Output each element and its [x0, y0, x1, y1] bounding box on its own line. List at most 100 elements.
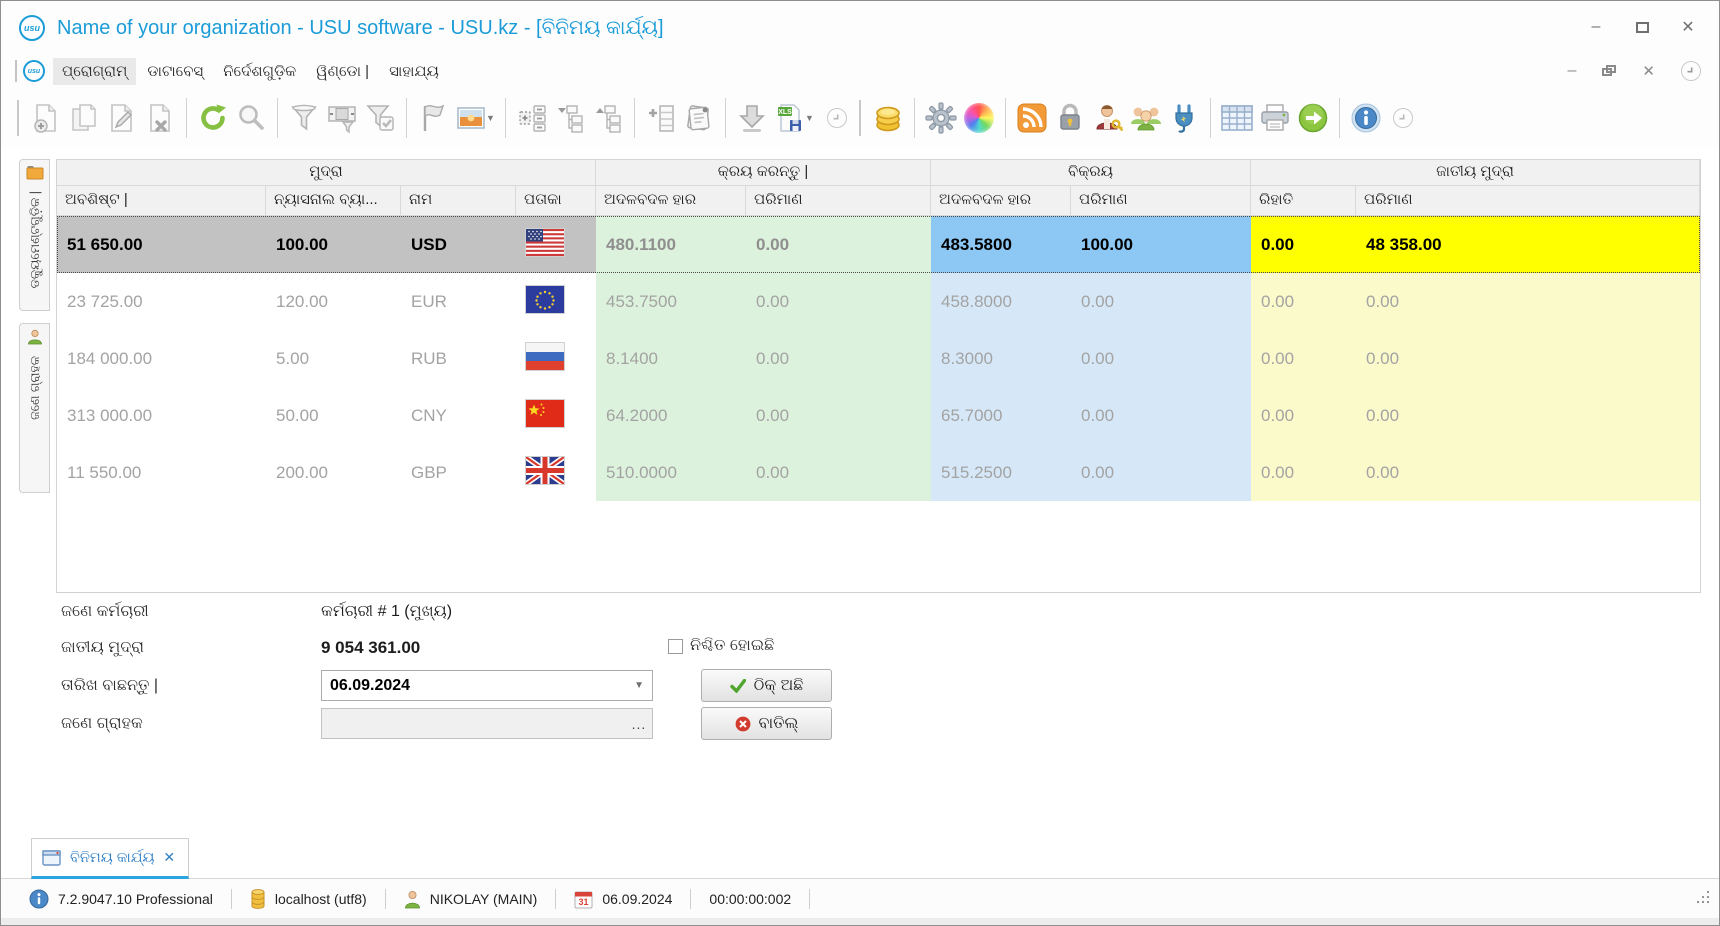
- menu-program[interactable]: ପ୍ରୋଗ୍ରାମ୍: [53, 58, 136, 85]
- menu-directories[interactable]: ନିର୍ଦେଶଗୁଡ଼ିକ: [214, 58, 305, 85]
- group-sell[interactable]: ବିକ୍ରୟ: [931, 160, 1251, 186]
- cell-nat-amount[interactable]: 0.00: [1356, 330, 1700, 387]
- info-icon[interactable]: [1347, 98, 1385, 138]
- cell-balance[interactable]: 313 000.00: [57, 387, 266, 444]
- customer-field[interactable]: ...: [321, 708, 653, 739]
- printer-icon[interactable]: [1256, 98, 1294, 138]
- cell-balance[interactable]: 184 000.00: [57, 330, 266, 387]
- filter-icon[interactable]: [285, 98, 323, 138]
- cell-discount[interactable]: 0.00: [1251, 330, 1356, 387]
- tree-expand-icon[interactable]: [551, 98, 589, 138]
- cell-nominal[interactable]: 5.00: [266, 330, 401, 387]
- table-grid-icon[interactable]: [1218, 98, 1256, 138]
- menu-help[interactable]: ସାହାଯ୍ୟ: [380, 58, 448, 85]
- cell-flag[interactable]: [516, 330, 596, 387]
- cell-sell-rate[interactable]: 8.3000: [931, 330, 1071, 387]
- cell-name[interactable]: EUR: [401, 273, 516, 330]
- color-wheel-icon[interactable]: [960, 98, 998, 138]
- cell-sell-rate[interactable]: 483.5800: [931, 216, 1071, 273]
- image-icon[interactable]: [452, 98, 490, 138]
- cell-sell-amount[interactable]: 0.00: [1071, 387, 1251, 444]
- sidebar-tab-documents[interactable]: ଡକ୍ୟୁମେଣ୍ଟଗୁଡ଼ିକ |: [19, 159, 50, 311]
- col-balance[interactable]: ଅବଶିଷ୍ଟ |: [57, 186, 266, 216]
- copy-document-icon[interactable]: [65, 98, 103, 138]
- cell-buy-rate[interactable]: 480.1100: [596, 216, 746, 273]
- date-combobox[interactable]: 06.09.2024 ▼: [321, 670, 653, 701]
- cell-buy-amount[interactable]: 0.00: [746, 444, 931, 501]
- cell-discount[interactable]: 0.00: [1251, 273, 1356, 330]
- table-row[interactable]: 51 650.00 100.00 USD 480.1100 0.00 483.5…: [57, 216, 1700, 273]
- cell-balance[interactable]: 11 550.00: [57, 444, 266, 501]
- cell-nominal[interactable]: 50.00: [266, 387, 401, 444]
- cell-sell-amount[interactable]: 0.00: [1071, 273, 1251, 330]
- tree-collapse-icon[interactable]: [589, 98, 627, 138]
- col-nominal[interactable]: ନ୍ୟାସନାଲ ବ୍ୟା...: [266, 186, 401, 216]
- cell-buy-rate[interactable]: 64.2000: [596, 387, 746, 444]
- col-sell-rate[interactable]: ଅଦଳବଦଳ ହାର: [931, 186, 1071, 216]
- col-discount[interactable]: ରିହାତି: [1251, 186, 1356, 216]
- expand-list-icon[interactable]: [513, 98, 551, 138]
- filter-check-icon[interactable]: [361, 98, 399, 138]
- add-row-icon[interactable]: [642, 98, 680, 138]
- col-sell-amount[interactable]: ପରିମାଣ: [1071, 186, 1251, 216]
- col-flag[interactable]: ପତାକା: [516, 186, 596, 216]
- search-icon[interactable]: [232, 98, 270, 138]
- cell-buy-rate[interactable]: 453.7500: [596, 273, 746, 330]
- cell-sell-rate[interactable]: 458.8000: [931, 273, 1071, 330]
- tab-close-icon[interactable]: ✕: [163, 849, 175, 866]
- mdi-minimize-button[interactable]: –: [1568, 62, 1577, 80]
- table-row[interactable]: 23 725.00 120.00 EUR 453.7500 0.00 458.8…: [57, 273, 1700, 330]
- cancel-button[interactable]: ବାତିଲ୍: [701, 707, 832, 740]
- cell-sell-rate[interactable]: 65.7000: [931, 387, 1071, 444]
- cell-nominal[interactable]: 200.00: [266, 444, 401, 501]
- coins-icon[interactable]: [869, 98, 907, 138]
- cell-flag[interactable]: [516, 444, 596, 501]
- cell-name[interactable]: CNY: [401, 387, 516, 444]
- menu-windows[interactable]: ୱିଣ୍ଡୋ |: [307, 58, 378, 85]
- go-next-icon[interactable]: [1294, 98, 1332, 138]
- resize-grip[interactable]: [1695, 889, 1711, 908]
- cell-buy-amount[interactable]: 0.00: [746, 387, 931, 444]
- cell-name[interactable]: GBP: [401, 444, 516, 501]
- cell-buy-amount[interactable]: 0.00: [746, 273, 931, 330]
- toolbar-overflow-icon[interactable]: [1393, 108, 1413, 128]
- browse-ellipsis-button[interactable]: ...: [626, 710, 652, 737]
- chevron-down-icon[interactable]: ▼: [634, 680, 644, 691]
- delete-document-icon[interactable]: [141, 98, 179, 138]
- confirmed-checkbox[interactable]: [668, 639, 683, 654]
- toolbar-overflow-icon[interactable]: [827, 108, 847, 128]
- filter-panel-icon[interactable]: [323, 98, 361, 138]
- group-buy[interactable]: କ୍ରୟ କରନ୍ତୁ |: [596, 160, 931, 186]
- table-row[interactable]: 313 000.00 50.00 CNY 64.2000 0.00 65.700…: [57, 387, 1700, 444]
- cell-nominal[interactable]: 120.00: [266, 273, 401, 330]
- table-row[interactable]: 11 550.00 200.00 GBP 510.0000 0.00 515.2…: [57, 444, 1700, 501]
- cell-buy-rate[interactable]: 8.1400: [596, 330, 746, 387]
- sidebar-tab-customer[interactable]: ଜଣେ ଗ୍ରାହକ: [19, 323, 50, 493]
- toolbar-overflow-icon[interactable]: [1681, 61, 1701, 81]
- cell-sell-amount[interactable]: 0.00: [1071, 330, 1251, 387]
- cell-discount[interactable]: 0.00: [1251, 387, 1356, 444]
- cell-flag[interactable]: [516, 387, 596, 444]
- plug-icon[interactable]: [1165, 98, 1203, 138]
- usu-menu-icon[interactable]: usu: [23, 60, 45, 82]
- settings-gear-icon[interactable]: [922, 98, 960, 138]
- cell-nat-amount[interactable]: 0.00: [1356, 273, 1700, 330]
- edit-document-icon[interactable]: [103, 98, 141, 138]
- mdi-restore-button[interactable]: [1602, 65, 1616, 77]
- cell-sell-amount[interactable]: 100.00: [1071, 216, 1251, 273]
- report-icon[interactable]: [680, 98, 718, 138]
- col-name[interactable]: ନାମ: [401, 186, 516, 216]
- cell-name[interactable]: RUB: [401, 330, 516, 387]
- ok-button[interactable]: ଠିକ୍ ଅଛି: [701, 669, 832, 702]
- cell-discount[interactable]: 0.00: [1251, 216, 1356, 273]
- rss-icon[interactable]: [1013, 98, 1051, 138]
- cell-flag[interactable]: [516, 216, 596, 273]
- tab-exchange-operation[interactable]: ବିନିମୟ କାର୍ଯ୍ୟ ✕: [31, 838, 189, 879]
- cell-balance[interactable]: 51 650.00: [57, 216, 266, 273]
- cell-balance[interactable]: 23 725.00: [57, 273, 266, 330]
- image-dropdown-caret-icon[interactable]: ▼: [486, 113, 496, 123]
- cell-name[interactable]: USD: [401, 216, 516, 273]
- close-button[interactable]: ✕: [1679, 19, 1697, 35]
- table-row[interactable]: 184 000.00 5.00 RUB 8.1400 0.00 8.3000 0…: [57, 330, 1700, 387]
- export-xls-icon[interactable]: XLS: [771, 98, 809, 138]
